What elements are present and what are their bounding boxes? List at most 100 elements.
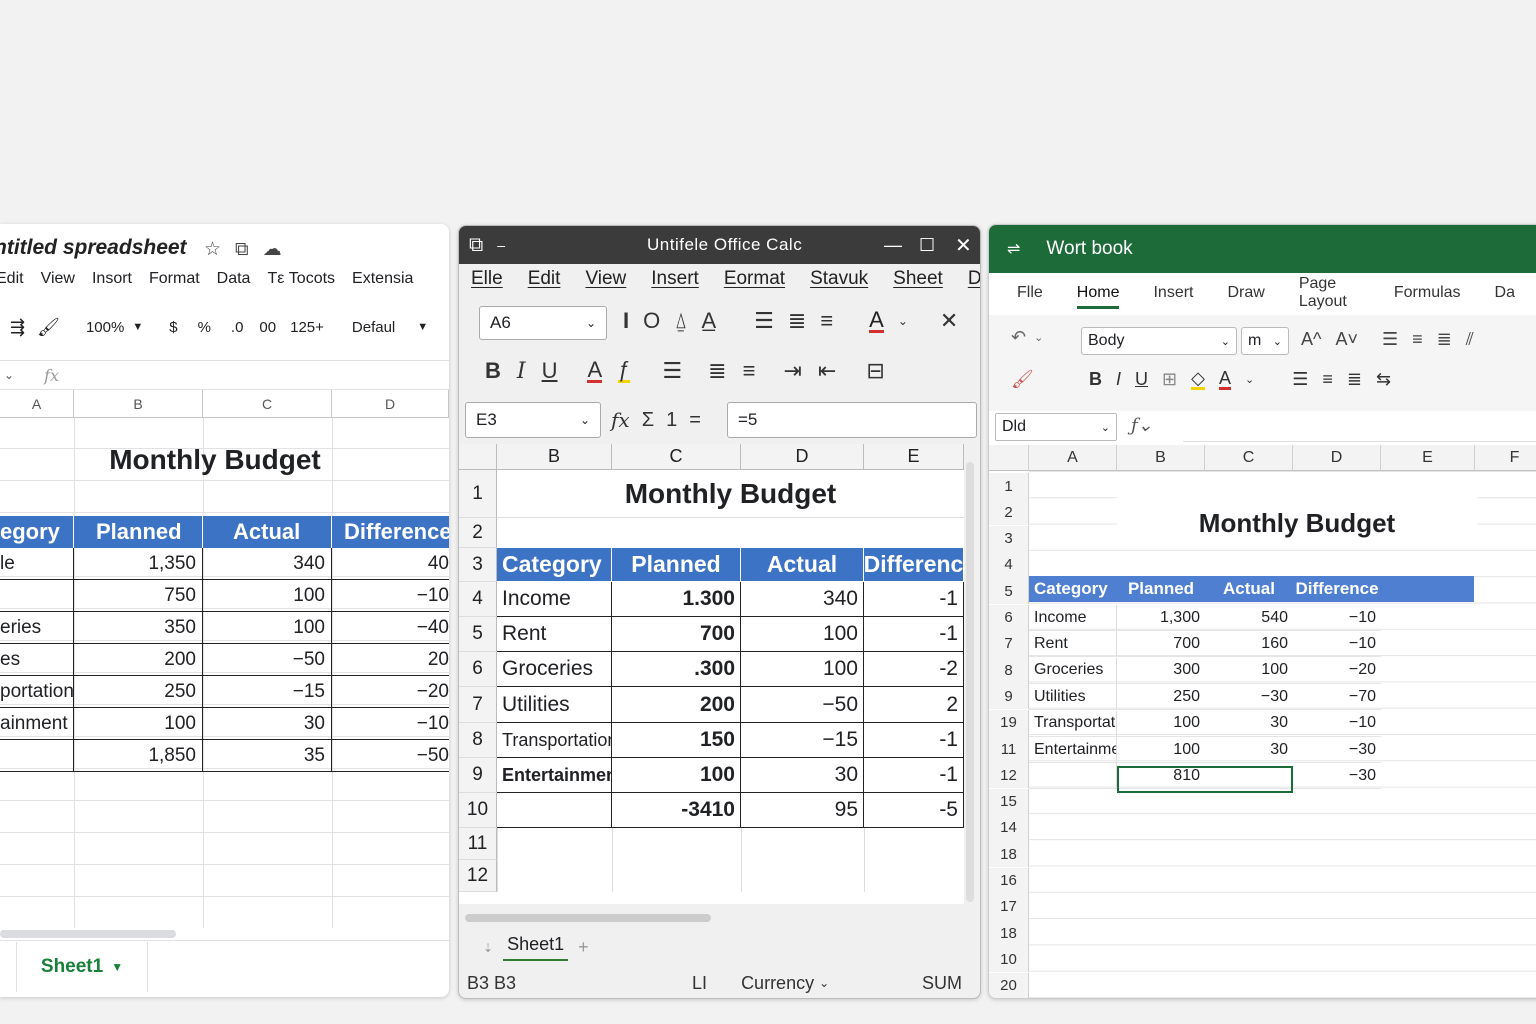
column-header[interactable]: E [1381, 445, 1475, 471]
column-header-d[interactable]: D [741, 444, 864, 470]
table-cell[interactable]: −15 [741, 723, 864, 758]
sheet-tab[interactable]: Sheet1 ▼ [16, 942, 148, 992]
table-cell[interactable]: -2 [864, 652, 964, 687]
table-cell[interactable]: −10 [332, 580, 449, 612]
table-cell[interactable]: ainment [0, 708, 74, 740]
row-header[interactable]: 1 [989, 473, 1029, 499]
table-cell[interactable]: 100 [1117, 737, 1205, 763]
equals-icon[interactable]: = [689, 409, 701, 432]
wrap-icon[interactable]: ⇆ [1376, 369, 1391, 390]
tab-file[interactable]: Flle [1017, 284, 1043, 302]
table-cell[interactable]: 1,850 [74, 740, 203, 772]
menu-insert[interactable]: Insert [651, 268, 699, 290]
italic-icon[interactable]: I [1116, 369, 1121, 390]
table-cell[interactable]: le [0, 548, 74, 580]
sheet-title[interactable]: Monthly Budget [1117, 497, 1477, 549]
table-cell[interactable]: -3410 [612, 793, 741, 828]
table-cell[interactable] [1029, 763, 1117, 790]
table-cell[interactable]: es [0, 644, 74, 676]
vertical-scrollbar[interactable] [966, 462, 974, 902]
menu-insert[interactable]: Insort [92, 270, 132, 288]
table-cell[interactable]: 30 [1205, 711, 1293, 737]
minimize-dash-icon[interactable]: – [497, 237, 505, 253]
row-header[interactable]: 15 [989, 788, 1029, 815]
tab-home[interactable]: Home [1076, 284, 1120, 309]
status-format[interactable]: Currency [741, 973, 814, 994]
table-cell[interactable]: 300 [1117, 658, 1205, 684]
table-cell[interactable]: 1.300 [612, 582, 741, 617]
sheet-title[interactable]: Monthly Budget [497, 470, 964, 518]
menu-edit[interactable]: Edit [0, 270, 24, 288]
table-cell[interactable]: .300 [612, 652, 741, 687]
chevron-down-icon[interactable]: ⌄ [1034, 331, 1043, 344]
table-cell[interactable]: −10 [1293, 711, 1381, 737]
header-actual[interactable]: Actual [203, 516, 332, 548]
table-cell[interactable]: Utilities [497, 687, 612, 723]
row-header[interactable]: 9 [989, 683, 1029, 710]
align-center-icon[interactable]: ≣ [708, 358, 726, 384]
header-difference[interactable]: Difference [332, 516, 449, 548]
menu-data[interactable]: Data [217, 270, 251, 288]
row-header[interactable]: 5 [989, 578, 1029, 605]
row-header[interactable]: 3 [459, 548, 497, 582]
row-header[interactable]: 7 [989, 630, 1029, 657]
header-cell[interactable]: Planned [612, 548, 741, 581]
function-wizard-icon[interactable]: fx [611, 408, 630, 432]
table-cell[interactable] [497, 793, 612, 828]
valign-icon[interactable]: ≣ [788, 308, 806, 334]
font-size-box[interactable]: m ⌄ [1241, 327, 1289, 355]
bold-icon[interactable]: B [485, 358, 501, 384]
table-cell[interactable]: -5 [864, 793, 964, 828]
bold-icon[interactable]: B [1089, 369, 1102, 390]
table-cell[interactable]: 40 [332, 548, 449, 580]
font-name-box[interactable]: A6 ⌄ [479, 306, 607, 340]
table-cell[interactable]: Utilities [1029, 684, 1117, 711]
cloud-icon[interactable]: ☁ [263, 238, 282, 261]
table-cell[interactable]: 700 [1117, 631, 1205, 658]
table-cell[interactable]: Income [497, 582, 612, 617]
table-cell[interactable]: Transportation [497, 723, 612, 758]
row-header[interactable]: 4 [989, 551, 1029, 578]
align-center-icon[interactable]: ≡ [1322, 369, 1333, 390]
table-cell[interactable]: 700 [612, 617, 741, 652]
decrease-font-icon[interactable]: A˅ [1335, 329, 1358, 350]
underline-icon[interactable]: U [1135, 369, 1148, 390]
align-bottom-icon[interactable]: ≣ [1437, 329, 1452, 350]
table-cell[interactable]: Entertainment [497, 758, 612, 793]
table-cell[interactable]: 100 [1205, 658, 1293, 684]
row-header[interactable]: 8 [459, 723, 497, 758]
table-cell[interactable]: -1 [864, 617, 964, 652]
formula-input[interactable] [1183, 413, 1536, 442]
table-cell[interactable]: −50 [332, 740, 449, 772]
table-cell[interactable]: 200 [74, 644, 203, 676]
undo-icon[interactable]: ↶ [1011, 327, 1026, 348]
table-cell[interactable]: eries [0, 612, 74, 644]
indent-icon[interactable]: ⇥ [783, 358, 801, 384]
row-header[interactable]: 3 [989, 525, 1029, 552]
column-header[interactable]: C [1205, 445, 1293, 471]
row-header[interactable]: 5 [459, 617, 497, 652]
row-header[interactable]: 6 [459, 652, 497, 687]
align-left-icon[interactable]: ☰ [1292, 369, 1308, 390]
tab-formulas[interactable]: Formulas [1394, 284, 1461, 302]
table-cell[interactable]: 160 [1205, 631, 1293, 658]
chevron-down-icon[interactable]: ⌄ [898, 314, 908, 328]
chevron-down-icon[interactable]: ⌄ [1245, 373, 1254, 386]
row-header[interactable]: 12 [459, 860, 497, 892]
fill-color-icon[interactable]: ◇ [1191, 369, 1205, 390]
menu-view[interactable]: View [585, 268, 626, 290]
table-cell[interactable]: −10 [1293, 631, 1381, 658]
table-cell[interactable]: −10 [332, 708, 449, 740]
table-cell[interactable]: −50 [741, 687, 864, 723]
table-cell[interactable]: −30 [1293, 763, 1381, 790]
sheet-title[interactable]: Monthly Budget [0, 444, 430, 476]
table-cell[interactable] [0, 740, 74, 772]
header-cell[interactable]: Actual [741, 548, 864, 581]
menu-format[interactable]: Eormat [724, 268, 785, 290]
table-cell[interactable]: 250 [1117, 684, 1205, 711]
menu-extensions[interactable]: Extensia [352, 270, 413, 288]
table-cell[interactable]: 35 [203, 740, 332, 772]
row-header[interactable]: 9 [459, 758, 497, 793]
table-cell[interactable]: 1,300 [1117, 605, 1205, 631]
table-cell[interactable]: −15 [203, 676, 332, 708]
